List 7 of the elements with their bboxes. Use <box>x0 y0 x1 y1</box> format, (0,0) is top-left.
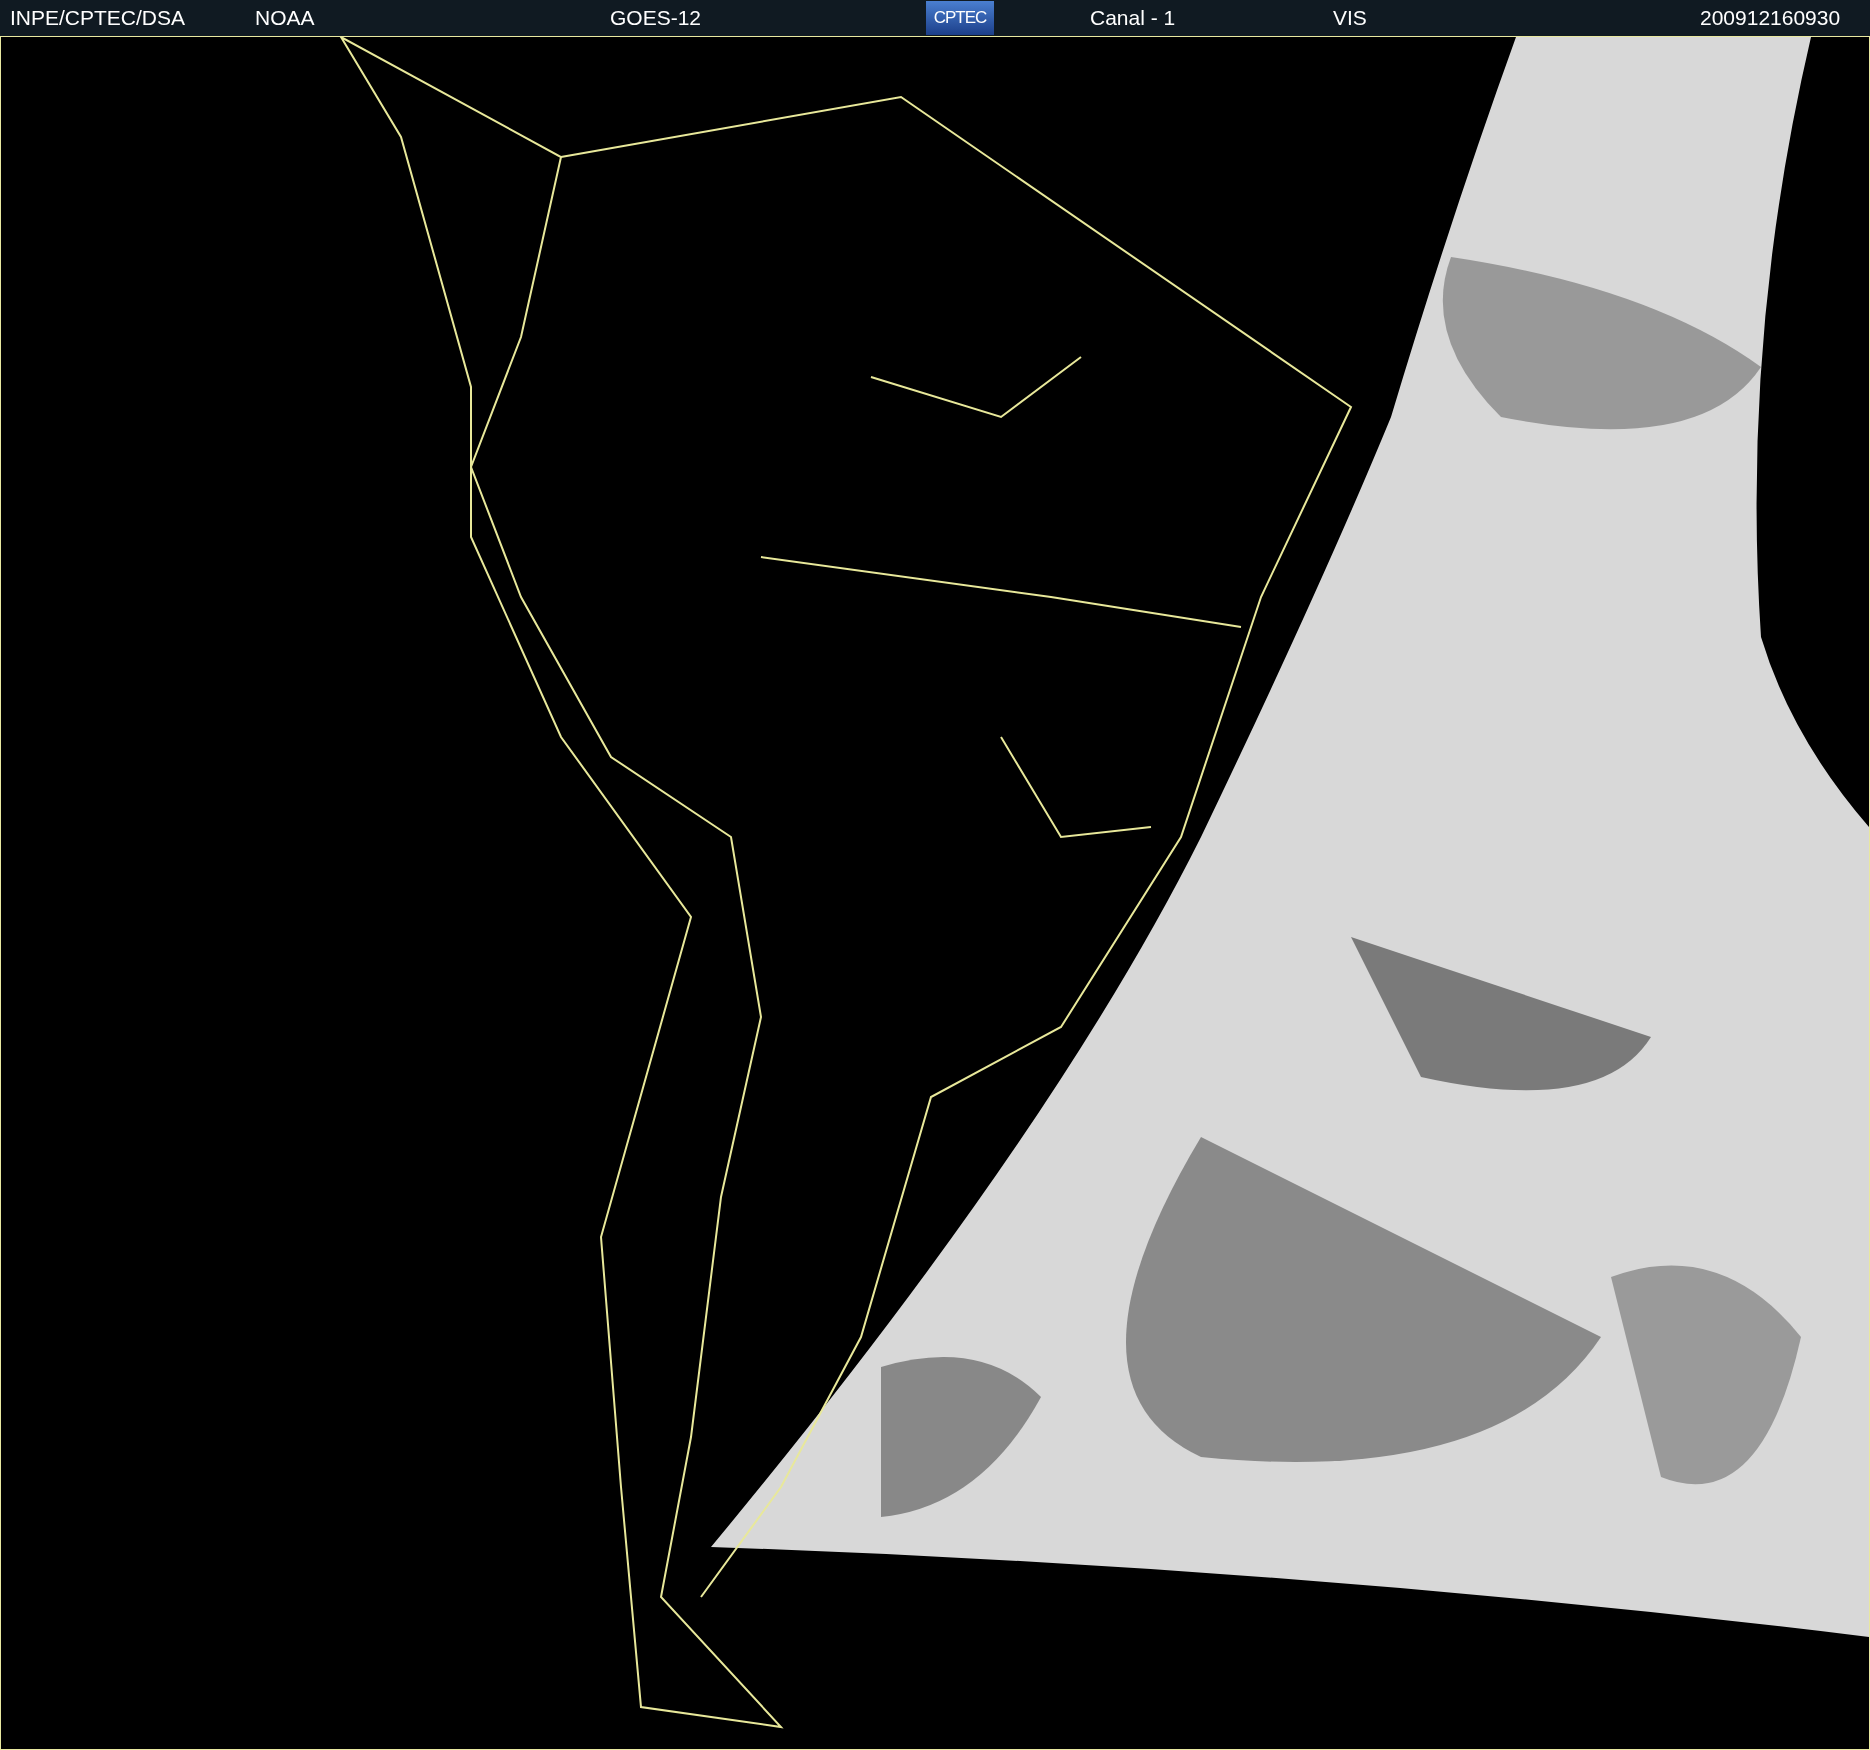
channel-label: Canal - 1 <box>1090 6 1177 30</box>
logo: CPTEC <box>926 1 994 35</box>
timestamp: 200912160930 <box>1700 6 1842 30</box>
agency-label: NOAA <box>255 6 316 30</box>
source-label: INPE/CPTEC/DSA <box>10 6 187 30</box>
band-label: VIS <box>1333 6 1368 30</box>
satellite-label: GOES-12 <box>610 6 703 30</box>
